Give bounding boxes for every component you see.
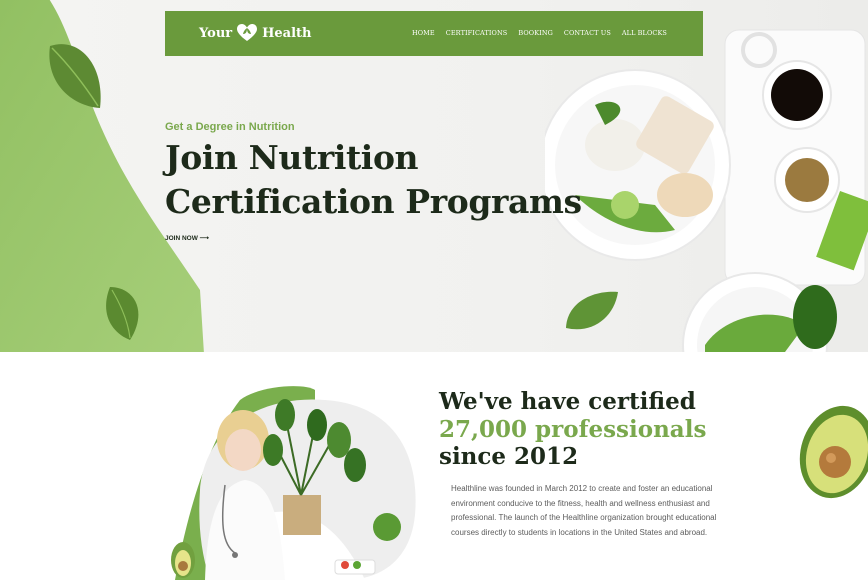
hero-title-line2: Certification Programs [165,182,582,221]
nav-link-all-blocks[interactable]: ALL BLOCKS [622,29,667,37]
spinach-leaf-image [106,287,139,340]
hero-title: Join Nutrition Certification Programs [165,136,582,224]
avocado-image [799,405,868,499]
certified-heading: We've have certified 27,000 professional… [439,388,706,471]
nav-link-home[interactable]: HOME [412,29,435,37]
nutritionist-photo [165,385,420,580]
certified-line3: since 2012 [439,443,579,470]
nav-links: HOME CERTIFICATIONS BOOKING CONTACT US A… [412,29,667,37]
logo-text-your: Your [199,25,233,41]
hero-section: Your Health HOME CERTIFICATIONS BOOKING … [0,0,868,352]
top-navbar: Your Health HOME CERTIFICATIONS BOOKING … [165,11,703,56]
join-now-link[interactable]: JOIN NOW ⟶ [165,234,209,242]
heart-leaf-icon [237,24,258,41]
logo-text-health: Health [262,25,312,41]
nav-link-booking[interactable]: BOOKING [518,29,553,37]
hero-title-line1: Join Nutrition [165,138,419,177]
brand-logo[interactable]: Your Health [199,23,312,43]
about-paragraph: Healthline was founded in March 2012 to … [451,484,717,537]
hero-eyebrow: Get a Degree in Nutrition [165,121,295,133]
nav-link-certifications[interactable]: CERTIFICATIONS [446,29,508,37]
nutritionist-illustration [171,386,416,580]
certified-line1: We've have certified [439,388,696,415]
spinach-leaf-image [49,44,101,108]
food-bowls-image [545,29,868,352]
nav-link-contact-us[interactable]: CONTACT US [564,29,611,37]
certified-count: 27,000 professionals [439,415,707,443]
